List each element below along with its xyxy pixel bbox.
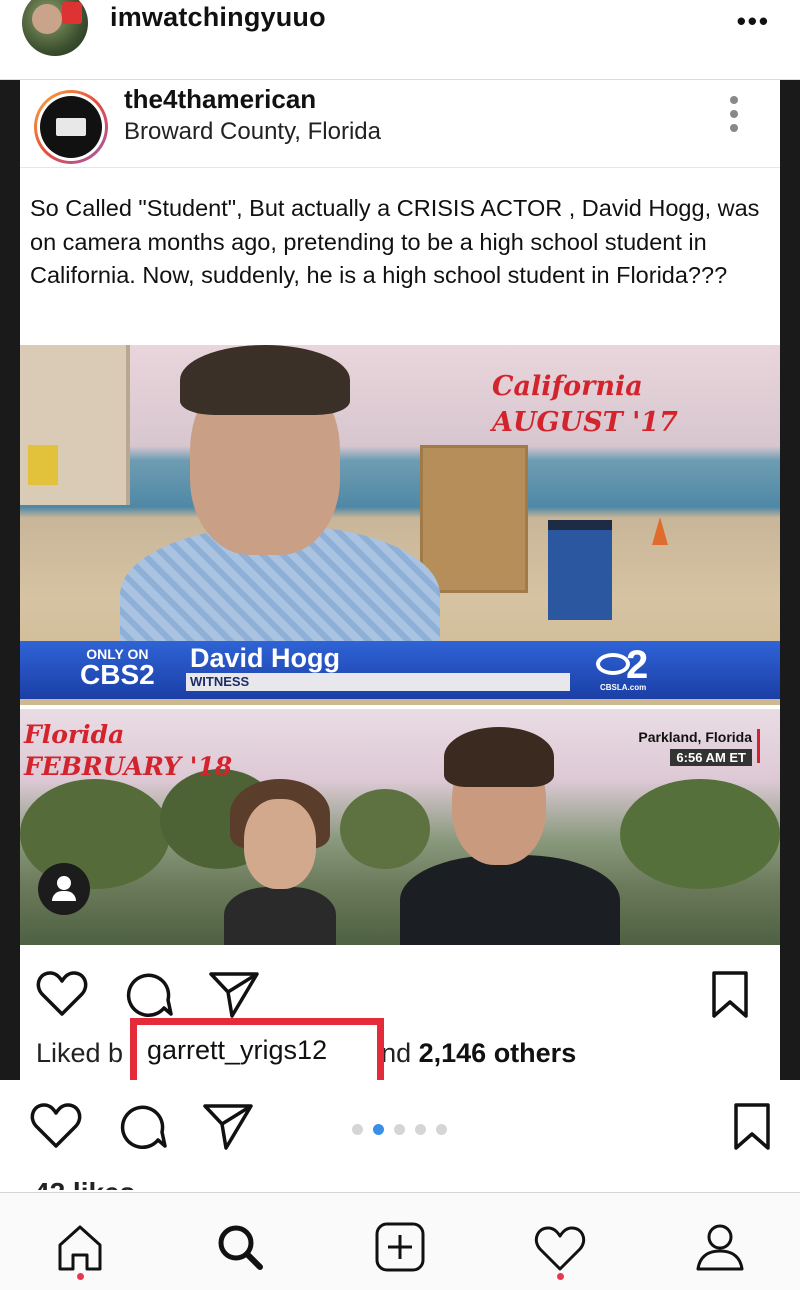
carousel-dot: [436, 1124, 447, 1135]
title-line-2: AUGUST '17: [492, 407, 678, 438]
news-location: Parkland, Florida: [638, 729, 752, 745]
news-location-tag: Parkland, Florida 6:56 AM ET: [638, 729, 760, 766]
title-line-2: FEBRUARY '18: [24, 752, 233, 781]
outer-avatar[interactable]: [22, 0, 88, 56]
beach-structure: [420, 445, 528, 593]
share-send-icon[interactable]: [208, 970, 260, 1020]
liked-prefix: Liked b: [36, 1038, 124, 1068]
news-time: 6:56 AM ET: [670, 749, 752, 766]
cbs-logo-icon: 2 CBSLA.com: [596, 643, 656, 693]
post-location[interactable]: Broward County, Florida: [124, 118, 381, 146]
bookmark-icon[interactable]: [710, 970, 750, 1020]
comment-icon[interactable]: [118, 1102, 168, 1152]
carousel-indicator: [352, 1122, 457, 1140]
news-lower-third: ONLY ON CBS2 David Hogg WITNESS 2 CBSLA.…: [20, 641, 780, 699]
likes-count-peek[interactable]: 42 likes: [34, 1178, 135, 1190]
share-send-icon[interactable]: [202, 1102, 254, 1152]
avatar-badge-image: [40, 96, 102, 158]
home-notification-dot: [77, 1273, 84, 1280]
liked-username[interactable]: garrett_yrigs12: [147, 1035, 327, 1066]
carousel-dot-active: [373, 1124, 384, 1135]
activity-heart-icon[interactable]: [530, 1217, 590, 1277]
person-figure: [400, 727, 620, 945]
avatar-badge: [62, 2, 82, 24]
logo-number: 2: [626, 643, 649, 687]
lower-third-role: WITNESS: [186, 673, 570, 691]
search-icon[interactable]: [210, 1217, 270, 1277]
outer-username[interactable]: imwatchingyuuo: [110, 2, 326, 33]
name-box: David Hogg WITNESS: [180, 641, 580, 699]
like-heart-icon[interactable]: [30, 1102, 82, 1150]
outer-post-header: imwatchingyuuo •••: [0, 0, 800, 80]
lower-third-name: David Hogg: [190, 643, 341, 673]
post-action-bar: [20, 960, 780, 1020]
bottom-nav: [0, 1192, 800, 1290]
logo-caption: CBSLA.com: [600, 683, 647, 692]
lifeguard-tower: [20, 345, 130, 505]
post-header: the4thamerican Broward County, Florida: [20, 80, 780, 168]
tree: [620, 779, 780, 889]
frame-title-florida: Florida FEBRUARY '18: [24, 719, 232, 783]
news-frame-florida: Florida FEBRUARY '18 Parkland, Florida 6…: [20, 709, 780, 945]
embedded-screenshot: the4thamerican Broward County, Florida S…: [0, 80, 800, 1094]
avatar-face: [32, 4, 62, 34]
liked-suffix: nd: [381, 1038, 419, 1068]
home-icon[interactable]: [50, 1217, 110, 1277]
tagged-users-icon[interactable]: [38, 863, 90, 915]
traffic-cone: [652, 517, 668, 545]
new-post-icon[interactable]: [370, 1217, 430, 1277]
title-line-1: California: [492, 371, 643, 402]
more-options-icon[interactable]: •••: [737, 6, 770, 37]
post-image[interactable]: California AUGUST '17 ONLY ON CBS2 David…: [20, 345, 780, 945]
person-figure: [224, 779, 336, 945]
carousel-dot: [352, 1124, 363, 1135]
liked-count[interactable]: 2,146 others: [419, 1038, 577, 1068]
profile-icon[interactable]: [690, 1217, 750, 1277]
avatar-ring: [37, 93, 105, 161]
frame-title-california: California AUGUST '17: [492, 369, 678, 441]
network-text: CBS2: [80, 659, 155, 690]
title-line-1: Florida: [24, 720, 125, 749]
carousel-dot: [415, 1124, 426, 1135]
outer-action-bar: 42 likes: [0, 1080, 800, 1190]
trash-can: [548, 520, 612, 620]
post-avatar[interactable]: [34, 90, 108, 164]
like-heart-icon[interactable]: [36, 970, 88, 1018]
post-caption: So Called "Student", But actually a CRIS…: [30, 195, 760, 288]
bookmark-icon[interactable]: [732, 1102, 772, 1152]
person-figure: [120, 345, 440, 665]
news-frame-california: California AUGUST '17 ONLY ON CBS2 David…: [20, 345, 780, 705]
post-more-options-icon[interactable]: [730, 96, 740, 136]
post-username[interactable]: the4thamerican: [124, 84, 316, 115]
carousel-dot: [394, 1124, 405, 1135]
activity-notification-dot: [557, 1273, 564, 1280]
only-on-label: ONLY ON CBS2: [80, 647, 155, 689]
comment-icon[interactable]: [124, 970, 174, 1020]
embedded-post: the4thamerican Broward County, Florida S…: [20, 80, 780, 1094]
